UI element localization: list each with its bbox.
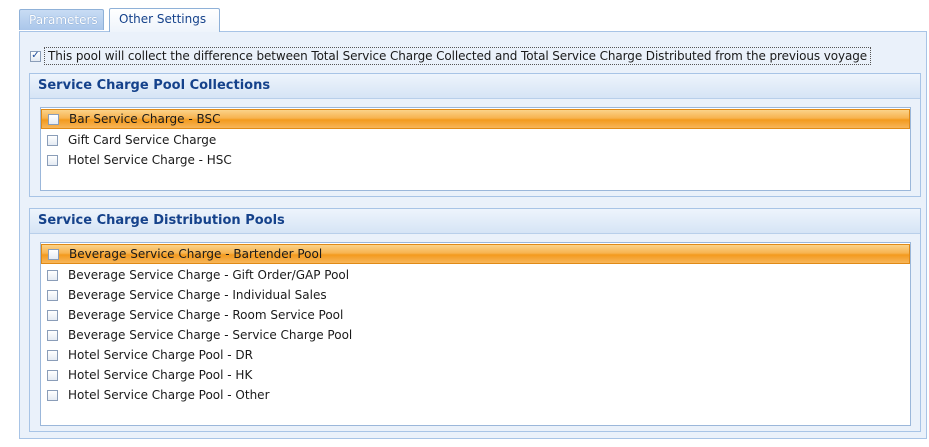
distribution-list-item[interactable]: Beverage Service Charge - Individual Sal… (41, 285, 910, 305)
collections-list-item[interactable]: Gift Card Service Charge (41, 130, 910, 150)
collections-list[interactable]: Bar Service Charge - BSC Gift Card Servic… (40, 107, 911, 191)
distribution-list-item[interactable]: Beverage Service Charge - Service Charge… (41, 325, 910, 345)
distribution-list-item[interactable]: Hotel Service Charge Pool - HK (41, 365, 910, 385)
distribution-item-label: Beverage Service Charge - Gift Order/GAP… (68, 267, 350, 282)
distribution-list-item[interactable]: Hotel Service Charge Pool - Other (41, 385, 910, 405)
collect-difference-label[interactable]: This pool will collect the difference be… (44, 47, 872, 65)
collect-difference-checkbox[interactable]: ✓ (30, 50, 41, 62)
distribution-item-checkbox[interactable] (47, 369, 58, 381)
collect-difference-row[interactable]: ✓ This pool will collect the difference … (30, 46, 918, 66)
tab-strip: Parameters Other Settings (0, 0, 929, 32)
distribution-group: Service Charge Distribution Pools Bevera… (29, 208, 921, 432)
collections-item-checkbox[interactable] (47, 154, 58, 166)
collections-list-item[interactable]: Hotel Service Charge - HSC (41, 150, 910, 170)
distribution-item-checkbox[interactable] (47, 329, 58, 341)
distribution-item-label: Hotel Service Charge Pool - DR (68, 347, 254, 362)
distribution-list-item[interactable]: Hotel Service Charge Pool - DR (41, 345, 910, 365)
distribution-item-label: Hotel Service Charge Pool - Other (68, 387, 270, 402)
distribution-item-checkbox[interactable] (47, 289, 58, 301)
collections-item-label: Bar Service Charge - BSC (69, 111, 221, 126)
distribution-list-item[interactable]: Beverage Service Charge - Room Service P… (41, 305, 910, 325)
distribution-item-checkbox[interactable] (47, 349, 58, 361)
distribution-group-title: Service Charge Distribution Pools (30, 209, 920, 234)
collections-item-label: Hotel Service Charge - HSC (68, 152, 232, 167)
distribution-item-label: Beverage Service Charge - Bartender Pool (69, 246, 323, 261)
distribution-item-label: Beverage Service Charge - Room Service P… (68, 307, 344, 322)
distribution-item-checkbox[interactable] (47, 269, 58, 281)
collections-item-label: Gift Card Service Charge (68, 132, 217, 147)
tab-other-settings[interactable]: Other Settings (109, 8, 220, 32)
distribution-list[interactable]: Beverage Service Charge - Bartender Pool… (40, 242, 911, 426)
collections-list-item[interactable]: Bar Service Charge - BSC (41, 109, 910, 129)
distribution-list-item[interactable]: Beverage Service Charge - Bartender Pool (41, 244, 910, 264)
distribution-list-item[interactable]: Beverage Service Charge - Gift Order/GAP… (41, 265, 910, 285)
distribution-item-label: Beverage Service Charge - Individual Sal… (68, 287, 327, 302)
distribution-item-checkbox[interactable] (47, 309, 58, 321)
other-settings-panel: ✓ This pool will collect the difference … (19, 31, 927, 439)
collections-group-title: Service Charge Pool Collections (30, 74, 920, 99)
distribution-item-label: Hotel Service Charge Pool - HK (68, 367, 253, 382)
distribution-item-checkbox[interactable] (47, 389, 58, 401)
collections-group: Service Charge Pool Collections Bar Serv… (29, 73, 921, 197)
collections-item-checkbox[interactable] (47, 134, 58, 146)
tab-parameters[interactable]: Parameters (19, 9, 104, 30)
collections-item-checkbox[interactable] (48, 113, 59, 125)
distribution-item-label: Beverage Service Charge - Service Charge… (68, 327, 353, 342)
distribution-item-checkbox[interactable] (48, 248, 59, 260)
